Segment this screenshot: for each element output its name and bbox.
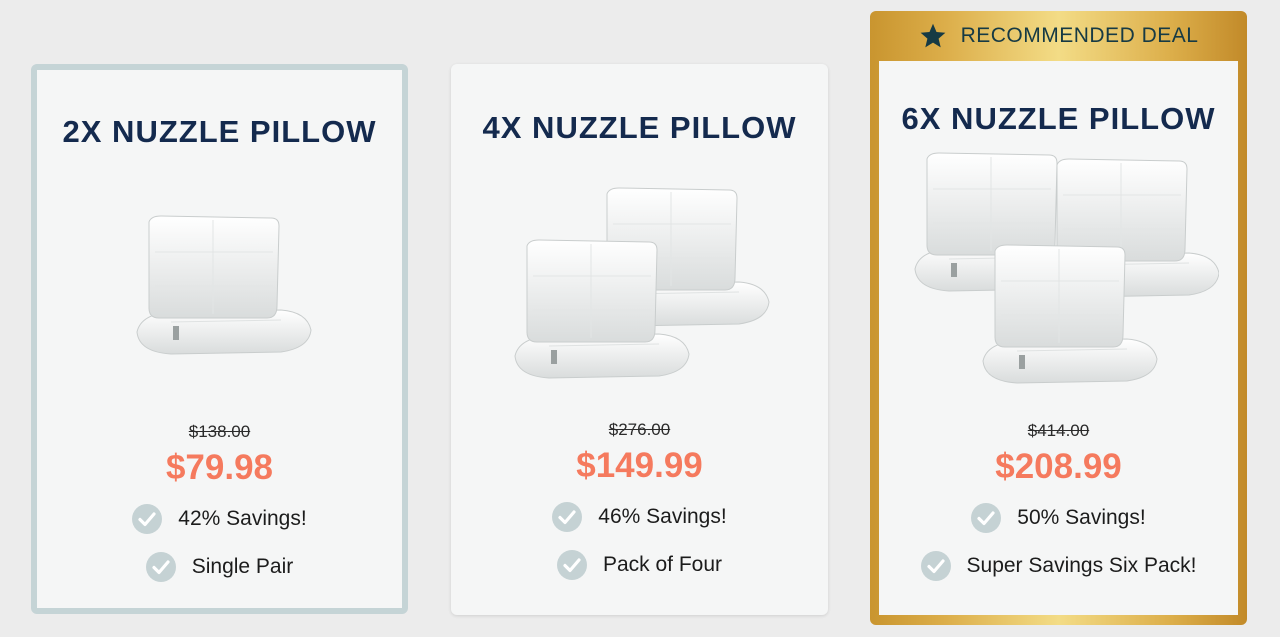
feature-label: Single Pair [191,555,294,578]
feature-savings: 50% Savings! [879,503,1238,533]
product-card-2x[interactable]: 2X NUZZLE PILLOW $138.00 $79.98 42% Savi… [31,64,408,614]
original-price: $138.00 [188,422,251,441]
card-title: 4X NUZZLE PILLOW [482,110,797,145]
card-title: 6X NUZZLE PILLOW [901,101,1216,136]
sale-price: $208.99 [995,447,1122,486]
feature-savings: 46% Savings! [451,502,828,532]
check-icon [132,504,163,534]
feature-pack: Single Pair [37,552,402,582]
feature-label: Super Savings Six Pack! [966,554,1197,577]
feature-label: 50% Savings! [1017,506,1146,529]
feature-label: Pack of Four [602,553,723,576]
check-icon [971,503,1002,533]
check-icon [556,550,587,580]
feature-label: 46% Savings! [598,505,727,528]
product-card-4x[interactable]: 4X NUZZLE PILLOW $276.00 $149.99 46% Sav… [451,64,828,615]
feature-savings: 42% Savings! [37,504,402,534]
check-icon [920,551,951,581]
check-icon [145,552,176,582]
original-price: $276.00 [608,420,671,439]
product-card-6x-recommended[interactable]: RECOMMENDED DEAL 6X NUZZLE PILLOW $414.0… [870,11,1247,625]
sale-price: $79.98 [165,448,274,487]
card-body: 6X NUZZLE PILLOW $414.00 $208.99 50% Sav… [879,61,1238,615]
feature-pack: Pack of Four [451,550,828,580]
feature-label: 42% Savings! [178,507,307,530]
pillow-product-image [514,187,770,379]
sale-price: $149.99 [576,446,703,485]
feature-pack: Super Savings Six Pack! [879,551,1238,581]
card-title: 2X NUZZLE PILLOW [62,114,377,149]
original-price: $414.00 [1027,421,1090,440]
star-icon [920,23,945,48]
recommended-badge: RECOMMENDED DEAL [879,11,1238,61]
pillow-product-image [136,215,312,355]
badge-label: RECOMMENDED DEAL [960,24,1199,47]
pillow-product-image [914,152,1219,384]
check-icon [552,502,583,532]
